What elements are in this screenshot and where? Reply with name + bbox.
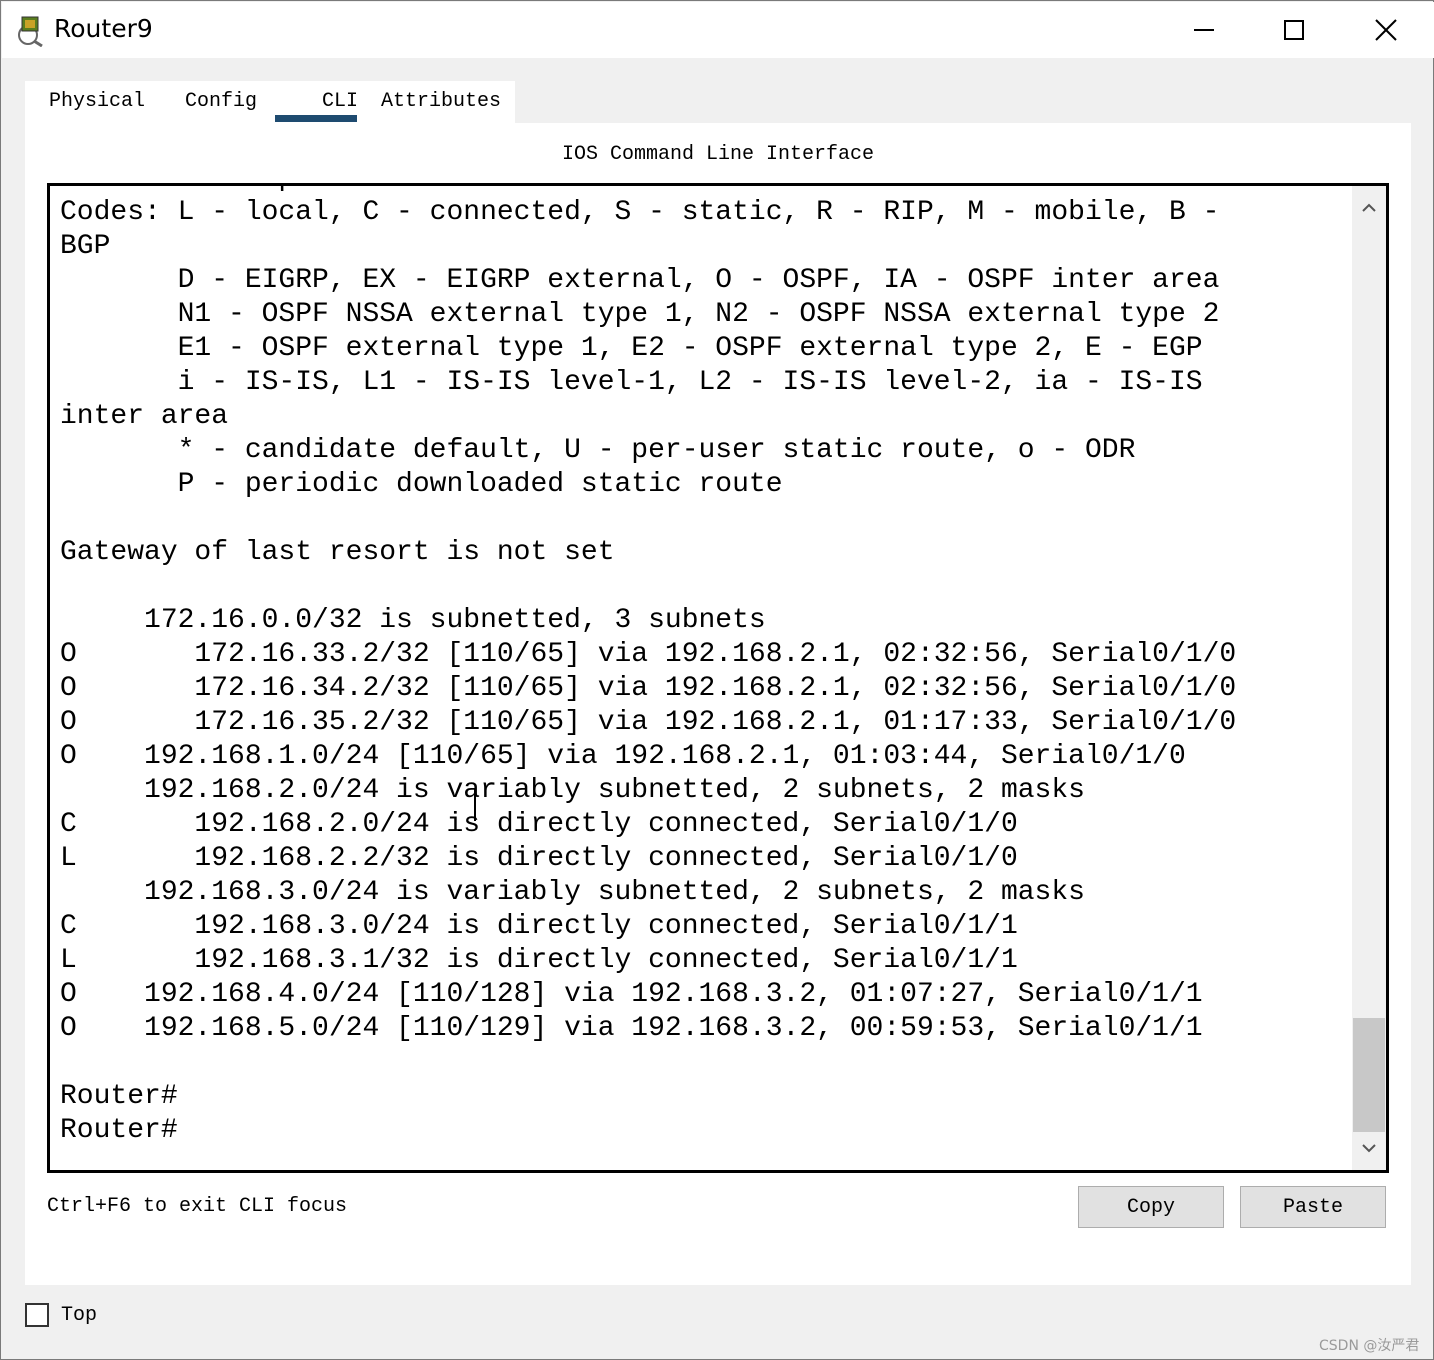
tab-physical[interactable]: Physical — [49, 81, 145, 123]
window-title: Router9 — [54, 14, 153, 43]
cli-terminal[interactable]: Router#show ip route Codes: L - local, C… — [47, 183, 1389, 1173]
router-window: Router9 Physical Config CLI Attributes I… — [0, 0, 1434, 1360]
close-button[interactable] — [1340, 2, 1432, 58]
maximize-button[interactable] — [1248, 2, 1340, 58]
minimize-button[interactable] — [1158, 2, 1250, 58]
copy-button[interactable]: Copy — [1078, 1186, 1224, 1228]
title-bar[interactable]: Router9 — [2, 2, 1434, 58]
paste-button[interactable]: Paste — [1240, 1186, 1386, 1228]
close-icon — [1375, 19, 1397, 41]
router-icon — [16, 15, 48, 48]
tab-bar: Physical Config CLI Attributes — [25, 81, 515, 123]
terminal-scrollbar[interactable] — [1352, 186, 1386, 1170]
tab-config[interactable]: Config — [185, 81, 257, 123]
cli-panel: IOS Command Line Interface Router#show i… — [25, 123, 1411, 1285]
tab-attributes[interactable]: Attributes — [381, 81, 501, 123]
top-checkbox[interactable] — [25, 1303, 49, 1327]
watermark: CSDN @汝严君 — [1319, 1338, 1420, 1354]
terminal-output[interactable]: Router#show ip route Codes: L - local, C… — [60, 186, 1236, 1148]
cli-focus-hint: Ctrl+F6 to exit CLI focus — [47, 1195, 348, 1218]
minimize-icon — [1194, 29, 1214, 31]
text-caret — [474, 789, 476, 821]
panel-title: IOS Command Line Interface — [561, 143, 875, 166]
scroll-down-button[interactable] — [1352, 1132, 1386, 1166]
chevron-up-icon — [1362, 203, 1376, 212]
chevron-down-icon — [1362, 1144, 1376, 1153]
scroll-thumb[interactable] — [1353, 1018, 1385, 1132]
active-tab-indicator — [275, 115, 357, 122]
scroll-up-button[interactable] — [1352, 190, 1386, 224]
top-checkbox-label: Top — [61, 1304, 98, 1327]
maximize-icon — [1284, 20, 1304, 40]
